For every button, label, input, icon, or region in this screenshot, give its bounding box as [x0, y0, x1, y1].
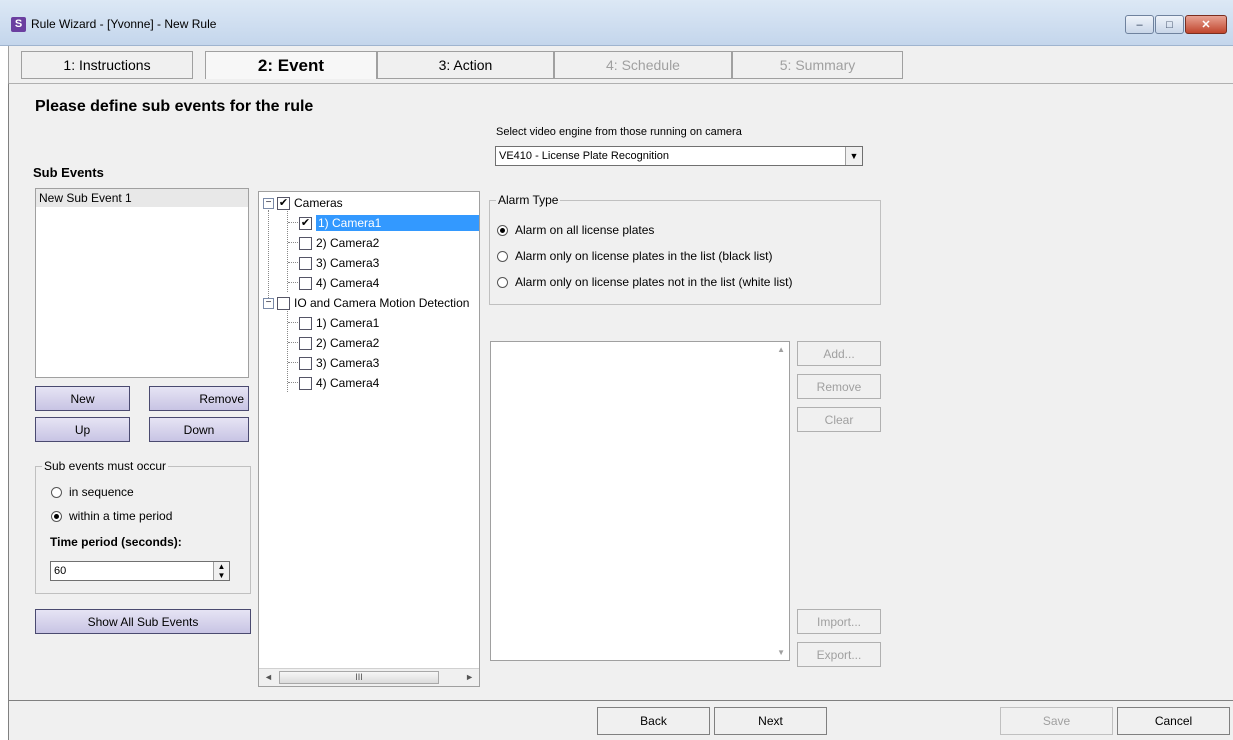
add-plate-button[interactable]: Add... — [797, 341, 881, 366]
tree-node-io-motion[interactable]: − IO and Camera Motion Detection — [263, 293, 469, 313]
footer-bar: Back Next Save Cancel — [8, 700, 1233, 740]
wizard-tabs: 1: Instructions 2: Event 3: Action 4: Sc… — [8, 46, 1233, 83]
scroll-left-icon[interactable]: ◄ — [264, 672, 273, 682]
radio-alarm-black-list[interactable]: Alarm only on license plates in the list… — [497, 249, 772, 263]
tree-node-label: 3) Camera3 — [316, 356, 380, 370]
checkbox-icon[interactable] — [299, 336, 312, 350]
tree-node-camera1[interactable]: ✔ 1) Camera1 — [299, 213, 479, 233]
radio-off-icon — [497, 250, 508, 262]
remove-sub-event-button[interactable]: Remove — [149, 386, 249, 411]
tree-node-cameras[interactable]: − ✔ Cameras — [263, 193, 343, 213]
maximize-icon[interactable]: □ — [1155, 15, 1184, 34]
tab-instructions[interactable]: 1: Instructions — [21, 51, 193, 79]
cancel-button[interactable]: Cancel — [1117, 707, 1230, 735]
app-icon: S — [11, 17, 26, 32]
tab-action[interactable]: 3: Action — [377, 51, 554, 79]
show-all-sub-events-button[interactable]: Show All Sub Events — [35, 609, 251, 634]
video-engine-select[interactable]: VE410 - License Plate Recognition ▼ — [495, 146, 863, 166]
checkbox-icon[interactable] — [299, 376, 312, 390]
tree-node-io-camera2[interactable]: 2) Camera2 — [299, 333, 379, 353]
window-title: Rule Wizard - [Yvonne] - New Rule — [31, 17, 217, 31]
radio-label: in sequence — [69, 485, 134, 499]
radio-on-icon — [497, 224, 508, 236]
radio-label: Alarm on all license plates — [515, 223, 655, 237]
checkbox-icon[interactable] — [299, 256, 312, 270]
checkbox-icon[interactable] — [299, 236, 312, 250]
minimize-icon[interactable]: – — [1125, 15, 1154, 34]
page-title: Please define sub events for the rule — [35, 98, 314, 115]
scroll-thumb[interactable]: III — [279, 671, 439, 684]
checkbox-icon[interactable] — [299, 316, 312, 330]
save-button[interactable]: Save — [1000, 707, 1113, 735]
tree-node-label: 4) Camera4 — [316, 376, 380, 390]
time-period-label: Time period (seconds): — [50, 535, 182, 549]
import-plates-button[interactable]: Import... — [797, 609, 881, 634]
source-tree[interactable]: − ✔ Cameras ✔ 1) Camera1 2) Camera2 3) C… — [258, 191, 480, 687]
tree-node-camera2[interactable]: 2) Camera2 — [299, 233, 379, 253]
radio-on-icon — [51, 510, 62, 522]
chevron-down-icon[interactable]: ▼ — [845, 147, 862, 165]
close-icon[interactable]: ✕ — [1185, 15, 1227, 34]
new-sub-event-button[interactable]: New — [35, 386, 130, 411]
remove-plate-button[interactable]: Remove — [797, 374, 881, 399]
list-item[interactable]: New Sub Event 1 — [36, 189, 248, 207]
checkbox-icon[interactable] — [299, 356, 312, 370]
checkbox-checked-icon[interactable]: ✔ — [277, 196, 290, 210]
radio-off-icon — [51, 486, 62, 498]
sub-events-list[interactable]: New Sub Event 1 — [35, 188, 249, 378]
tree-node-label: Cameras — [294, 196, 343, 210]
move-up-button[interactable]: Up — [35, 417, 130, 442]
time-period-stepper[interactable]: 60 ▲ ▼ — [50, 561, 230, 581]
spin-arrows-icon[interactable]: ▲ ▼ — [213, 562, 229, 580]
sub-events-label: Sub Events — [33, 165, 104, 180]
tab-schedule[interactable]: 4: Schedule — [554, 51, 732, 79]
radio-within-time-period[interactable]: within a time period — [51, 509, 172, 523]
license-plate-list[interactable]: ▲ ▼ — [490, 341, 790, 661]
collapse-icon[interactable]: − — [263, 197, 274, 209]
back-button[interactable]: Back — [597, 707, 710, 735]
tree-node-label: 2) Camera2 — [316, 336, 380, 350]
radio-label: Alarm only on license plates not in the … — [515, 275, 793, 289]
radio-alarm-all[interactable]: Alarm on all license plates — [497, 223, 654, 237]
engine-label: Select video engine from those running o… — [496, 126, 742, 138]
scroll-up-icon[interactable]: ▲ — [777, 345, 785, 354]
export-plates-button[interactable]: Export... — [797, 642, 881, 667]
tree-node-label: 1) Camera1 — [316, 316, 380, 330]
checkbox-icon[interactable] — [277, 296, 290, 310]
tree-node-io-camera1[interactable]: 1) Camera1 — [299, 313, 379, 333]
radio-label: within a time period — [69, 509, 173, 523]
scroll-down-icon[interactable]: ▼ — [777, 648, 785, 657]
tab-summary[interactable]: 5: Summary — [732, 51, 903, 79]
radio-off-icon — [497, 276, 508, 288]
tree-node-label: 1) Camera1 — [316, 215, 479, 231]
tree-node-label: 3) Camera3 — [316, 256, 380, 270]
collapse-icon[interactable]: − — [263, 297, 274, 309]
tab-event[interactable]: 2: Event — [205, 51, 377, 79]
move-down-button[interactable]: Down — [149, 417, 249, 442]
tree-node-io-camera4[interactable]: 4) Camera4 — [299, 373, 379, 393]
radio-in-sequence[interactable]: in sequence — [51, 485, 134, 499]
main-panel: Please define sub events for the rule Su… — [8, 83, 1233, 700]
time-period-value: 60 — [54, 565, 67, 577]
occur-group-title: Sub events must occur — [42, 459, 169, 473]
window-controls: – □ ✕ — [1124, 15, 1227, 34]
tree-node-label: 4) Camera4 — [316, 276, 380, 290]
tree-horizontal-scrollbar[interactable]: ◄ III ► — [259, 668, 479, 686]
radio-alarm-white-list[interactable]: Alarm only on license plates not in the … — [497, 275, 792, 289]
scroll-right-icon[interactable]: ► — [465, 672, 474, 682]
alarm-type-title: Alarm Type — [496, 193, 561, 207]
tree-node-camera4[interactable]: 4) Camera4 — [299, 273, 379, 293]
title-bar: S Rule Wizard - [Yvonne] - New Rule – □ … — [0, 0, 1233, 46]
next-button[interactable]: Next — [714, 707, 827, 735]
checkbox-icon[interactable] — [299, 276, 312, 290]
radio-label: Alarm only on license plates in the list… — [515, 249, 773, 263]
video-engine-value: VE410 - License Plate Recognition — [499, 150, 669, 162]
tree-node-label: 2) Camera2 — [316, 236, 380, 250]
clear-plates-button[interactable]: Clear — [797, 407, 881, 432]
tree-node-label: IO and Camera Motion Detection — [294, 296, 470, 310]
checkbox-checked-icon[interactable]: ✔ — [299, 216, 312, 230]
tree-node-camera3[interactable]: 3) Camera3 — [299, 253, 379, 273]
tree-node-io-camera3[interactable]: 3) Camera3 — [299, 353, 379, 373]
